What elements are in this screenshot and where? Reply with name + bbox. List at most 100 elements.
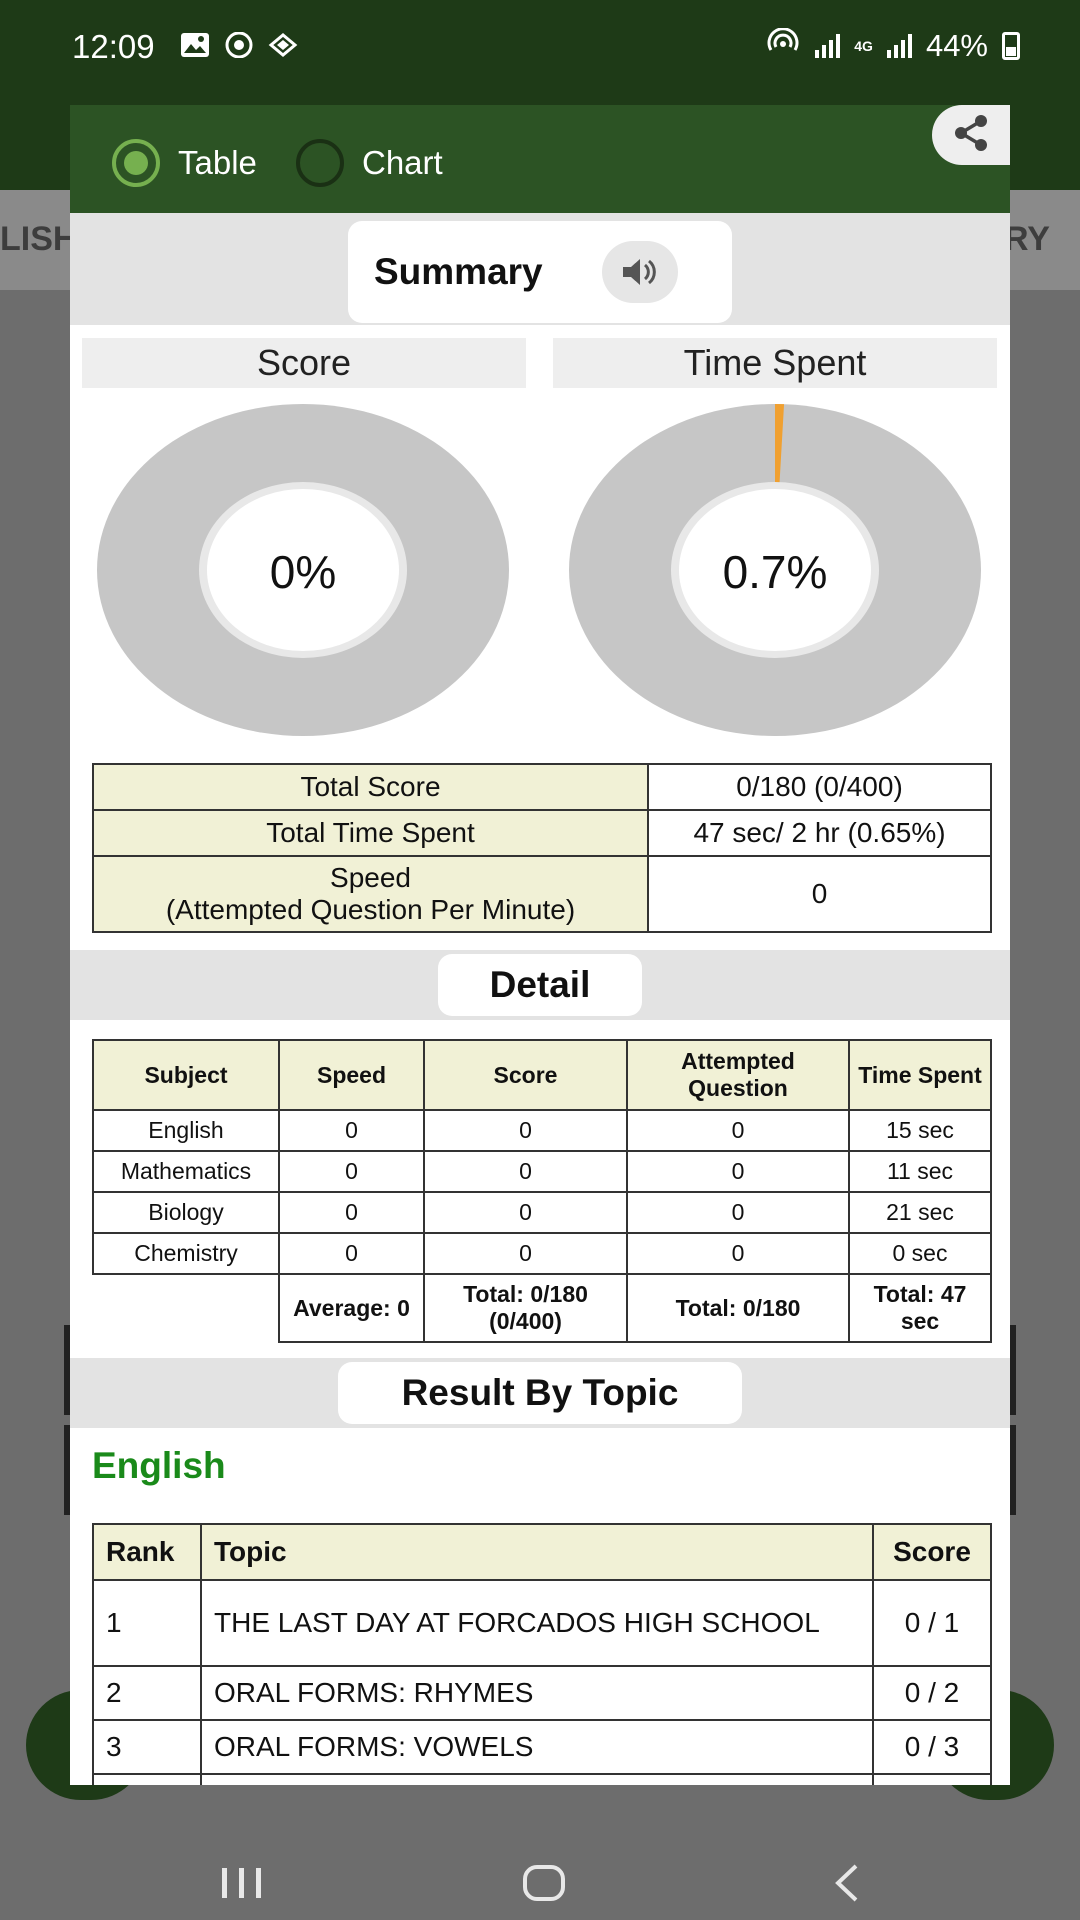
- table-row: Total Score 0/180 (0/400): [92, 763, 992, 811]
- dialog-header: Table Chart: [70, 105, 1010, 213]
- table-cell: 11 sec: [848, 1150, 992, 1193]
- time-spent-percent: 0.7%: [722, 546, 828, 598]
- table-cell: English: [92, 1109, 280, 1152]
- back-button[interactable]: [832, 1862, 862, 1909]
- detail-title: Detail: [438, 954, 642, 1016]
- table-cell: 0: [423, 1232, 628, 1275]
- table-total-row: Average: 0 Total: 0/180 (0/400) Total: 0…: [93, 1273, 992, 1343]
- speaker-button[interactable]: [602, 241, 678, 303]
- table-row: Speed (Attempted Question Per Minute) 0: [92, 855, 992, 933]
- table-cell: 0: [626, 1109, 850, 1152]
- summary-key: Total Time Spent: [92, 809, 649, 857]
- column-header: Rank: [92, 1523, 202, 1581]
- radio-chart[interactable]: Chart: [296, 139, 443, 187]
- total-cell: Average: 0: [278, 1273, 425, 1343]
- home-icon: [523, 1865, 565, 1901]
- table-cell: 0: [423, 1150, 628, 1193]
- time-spent-label: Time Spent: [553, 338, 997, 388]
- score-percent: 0%: [269, 546, 337, 598]
- notification-icons: [180, 31, 298, 59]
- background-tab-right: RY: [1004, 220, 1050, 258]
- table-row: Total Time Spent 47 sec/ 2 hr (0.65%): [92, 809, 992, 857]
- topic-subject-heading: English: [92, 1445, 226, 1486]
- summary-key-line: (Attempted Question Per Minute): [165, 894, 576, 925]
- table-cell: 0: [626, 1150, 850, 1193]
- status-right: 4G 44%: [765, 27, 1020, 64]
- radio-chart-label: Chart: [362, 144, 443, 181]
- table-cell: 0: [278, 1109, 425, 1152]
- back-icon: [835, 1864, 858, 1902]
- summary-table: Total Score 0/180 (0/400) Total Time Spe…: [92, 763, 992, 933]
- score-label: Score: [82, 338, 526, 388]
- table-cell: 3: [92, 1719, 202, 1775]
- table-cell-empty: [93, 1274, 279, 1342]
- app-notification-icon: [268, 32, 298, 58]
- total-cell: Total: 0/180 (0/400): [423, 1273, 628, 1343]
- table-cell: 0: [626, 1232, 850, 1275]
- column-header: Time Spent: [848, 1039, 992, 1111]
- summary-key-line: Speed: [330, 862, 411, 893]
- column-header: Score: [423, 1039, 628, 1111]
- table-cell: 0: [278, 1191, 425, 1234]
- table-header-row: Subject Speed Score Attempted Question T…: [92, 1039, 992, 1111]
- column-header: Speed: [278, 1039, 425, 1111]
- detail-band: Detail: [70, 950, 1010, 1020]
- topic-table: Rank Topic Score 1 THE LAST DAY AT FORCA…: [92, 1523, 992, 1785]
- table-row: English 0 0 0 15 sec: [92, 1109, 992, 1152]
- system-nav-bar: [0, 1800, 1080, 1920]
- summary-value: 0/180 (0/400): [647, 763, 992, 811]
- table-row: 3 ORAL FORMS: VOWELS 0 / 3: [92, 1719, 992, 1775]
- table-cell: 21 sec: [848, 1191, 992, 1234]
- table-cell: 0 / 3: [872, 1719, 992, 1775]
- column-header: Attempted Question: [626, 1039, 850, 1111]
- result-by-topic-band: Result By Topic: [70, 1358, 1010, 1428]
- result-dialog: Table Chart Summary Score Time Spent 0%: [70, 105, 1010, 1785]
- table-header-row: Rank Topic Score: [92, 1523, 992, 1581]
- table-cell: Biology: [92, 1191, 280, 1234]
- recents-button[interactable]: [220, 1866, 264, 1905]
- share-button[interactable]: [932, 105, 1010, 165]
- total-cell: Total: 47 sec: [848, 1273, 992, 1343]
- table-cell: THE LAST DAY AT FORCADOS HIGH SCHOOL: [200, 1579, 874, 1667]
- table-row: 1 THE LAST DAY AT FORCADOS HIGH SCHOOL 0…: [92, 1579, 992, 1667]
- signal-icon-2: [886, 34, 912, 58]
- column-header: Score: [872, 1523, 992, 1581]
- result-by-topic-title: Result By Topic: [338, 1362, 742, 1424]
- summary-value: 0: [647, 855, 992, 933]
- table-cell: Mathematics: [92, 1150, 280, 1193]
- table-cell: 1: [92, 1579, 202, 1667]
- table-cell: 0 / 1: [872, 1579, 992, 1667]
- hotspot-icon: [765, 27, 801, 64]
- battery-percent: 44%: [925, 28, 988, 63]
- table-cell: [200, 1773, 874, 1785]
- gallery-icon: [180, 32, 210, 58]
- home-button[interactable]: [522, 1864, 566, 1907]
- table-cell: 15 sec: [848, 1109, 992, 1152]
- summary-value: 47 sec/ 2 hr (0.65%): [647, 809, 992, 857]
- table-cell: ORAL FORMS: RHYMES: [200, 1665, 874, 1721]
- table-cell: 0: [278, 1150, 425, 1193]
- radio-unselected-icon: [296, 139, 344, 187]
- radio-table[interactable]: Table: [112, 139, 257, 187]
- summary-key: Speed (Attempted Question Per Minute): [92, 855, 649, 933]
- radio-table-label: Table: [178, 144, 257, 181]
- status-time: 12:09: [72, 28, 155, 65]
- table-cell: 0: [278, 1232, 425, 1275]
- table-cell: [92, 1773, 202, 1785]
- speaker-icon: [623, 259, 656, 285]
- table-cell: Chemistry: [92, 1232, 280, 1275]
- table-row: Biology 0 0 0 21 sec: [92, 1191, 992, 1234]
- recents-icon: [222, 1868, 261, 1898]
- summary-pill: Summary: [348, 221, 732, 323]
- table-cell: 0 sec: [848, 1232, 992, 1275]
- signal-icon: [815, 34, 841, 58]
- summary-title: Summary: [374, 251, 543, 292]
- table-row: [92, 1773, 992, 1785]
- network-type: 4G: [854, 38, 873, 54]
- table-cell: ORAL FORMS: VOWELS: [200, 1719, 874, 1775]
- detail-table: Subject Speed Score Attempted Question T…: [92, 1039, 992, 1343]
- table-row: Chemistry 0 0 0 0 sec: [92, 1232, 992, 1275]
- summary-key: Total Score: [92, 763, 649, 811]
- table-cell: 0: [626, 1191, 850, 1234]
- chrome-icon: [224, 31, 254, 59]
